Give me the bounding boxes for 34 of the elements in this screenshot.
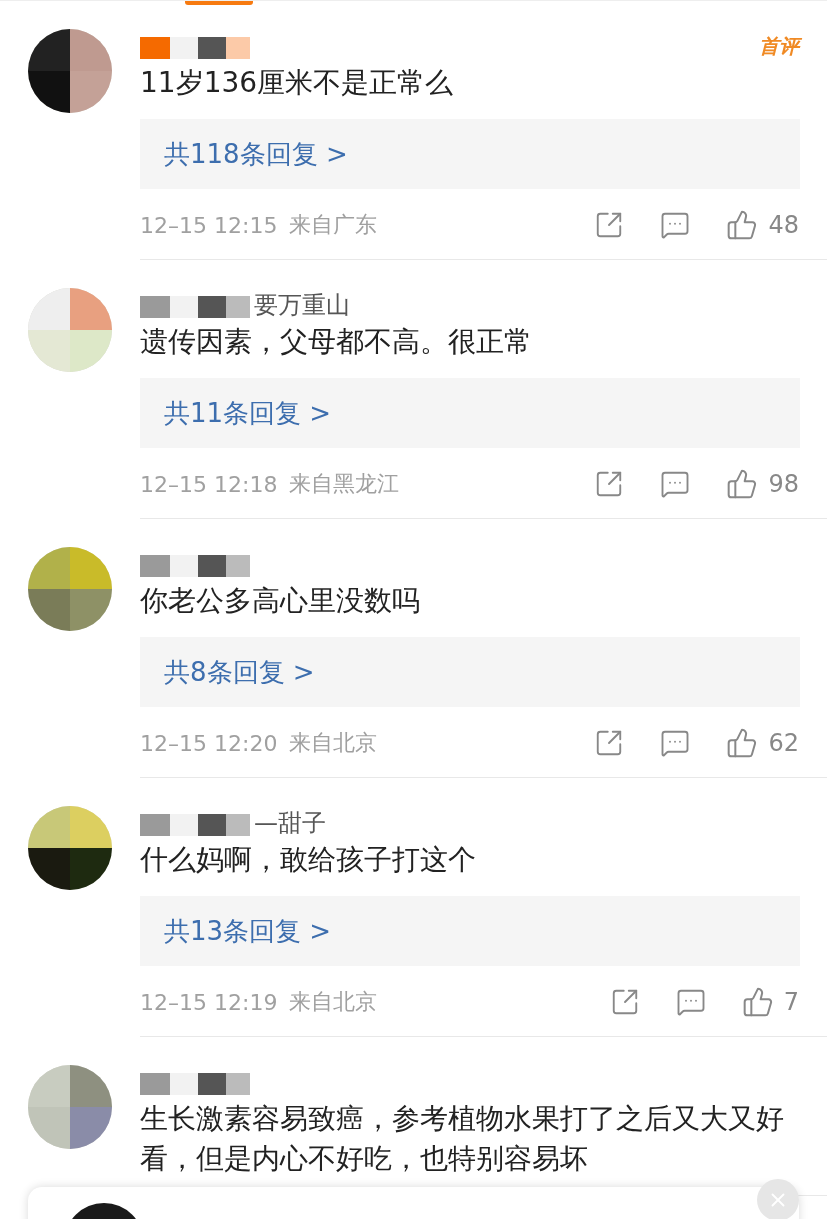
replies-link[interactable]: 共11条回复 > [140,378,800,448]
thumbs-up-icon [741,986,774,1018]
like-button[interactable]: 7 [741,986,799,1018]
comment-text: 你老公多高心里没数吗 [140,583,421,619]
comment-button[interactable] [660,210,691,240]
user-name[interactable]: —甜子 [254,807,326,839]
comment-time: 12–15 12:18 [140,471,278,497]
replies-link[interactable]: 共13条回复 > [140,896,800,966]
comment-location: 来自北京 [289,729,378,757]
comment-text: 11岁136厘米不是正常么 [140,65,455,101]
thumbs-up-icon [726,468,759,500]
like-button[interactable]: 48 [726,209,799,241]
like-button[interactable]: 98 [726,468,799,500]
thumbs-up-icon [726,209,759,241]
user-name[interactable]: 要万重山 [254,289,350,321]
comment-time: 12–15 12:19 [140,989,278,1015]
avatar[interactable] [28,806,112,890]
thumbs-up-icon [726,727,759,759]
avatar[interactable] [28,29,112,113]
comment-time: 12–15 12:20 [140,730,278,756]
comment-button[interactable] [660,469,691,499]
replies-link[interactable]: 共8条回复 > [140,637,800,707]
comment-button[interactable] [660,728,691,758]
replies-link[interactable]: 共118条回复 > [140,119,800,189]
comment-button[interactable] [675,987,706,1017]
comment-time: 12–15 12:15 [140,212,278,238]
comment-text: 什么妈啊，敢给孩子打这个 [140,842,477,878]
like-button[interactable]: 62 [726,727,799,759]
comment-text: 生长激素容易致癌，参考植物水果打了之后又大又好看，但是内心不好吃，也特别容易坏 [140,1101,785,1177]
tab-indicator [185,1,253,5]
comment-location: 来自黑龙江 [289,470,400,498]
comment-location: 来自北京 [289,988,378,1016]
comment-location: 来自广东 [289,211,378,239]
comment-text: 遗传因素，父母都不高。很正常 [140,324,533,360]
